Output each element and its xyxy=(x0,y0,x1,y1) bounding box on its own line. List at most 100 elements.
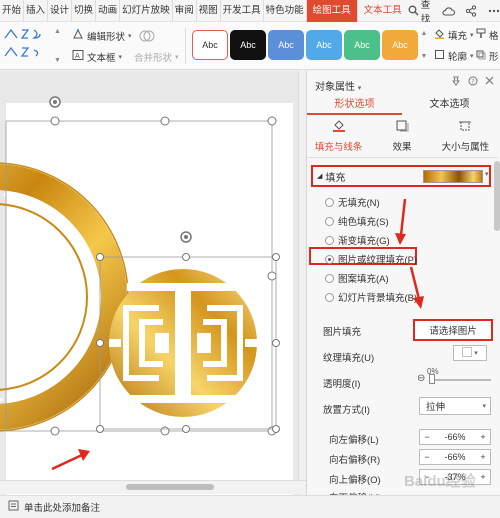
style-label: Abc xyxy=(278,40,294,50)
menu-drawing-tools[interactable]: 绘图工具 xyxy=(306,0,358,22)
menu-developer[interactable]: 开发工具 xyxy=(221,0,264,22)
pin-icon[interactable] xyxy=(451,76,461,89)
panel-title[interactable]: 对象属性 ▾ xyxy=(315,78,361,93)
fill-option-solid[interactable]: 纯色填充(S) xyxy=(325,214,389,228)
panel-divider xyxy=(307,157,497,158)
menu-animation[interactable]: 动画 xyxy=(96,0,121,22)
shape-style-4[interactable]: Abc xyxy=(306,30,342,60)
panel-scroll-thumb[interactable] xyxy=(494,161,500,231)
close-icon[interactable] xyxy=(485,76,494,89)
shape-style-1[interactable]: Abc xyxy=(192,30,228,60)
radio-button[interactable] xyxy=(325,216,334,226)
menu-home[interactable]: 开始 xyxy=(0,0,25,22)
plus-icon[interactable]: + xyxy=(476,452,490,462)
choose-picture-button[interactable]: 请选择图片 xyxy=(413,319,493,341)
transparency-label: 透明度(I) xyxy=(323,379,361,390)
menu-transition[interactable]: 切换 xyxy=(72,0,97,22)
subtab-size-properties[interactable]: 大小与属性 xyxy=(434,119,497,155)
share-icon[interactable] xyxy=(464,4,478,18)
fill-button[interactable]: 填充 ▾ xyxy=(434,28,474,42)
tab-shape-options[interactable]: 形状选项 xyxy=(307,95,402,115)
panel-scrollbar[interactable] xyxy=(494,161,500,491)
shou-emblem[interactable] xyxy=(109,269,257,417)
shape-style-3[interactable]: Abc xyxy=(268,30,304,60)
offset-left-value[interactable]: -66% xyxy=(434,432,476,442)
edit-shape-button[interactable]: 编辑形状 ▾ xyxy=(72,28,132,43)
offset-right-value[interactable]: -66% xyxy=(434,452,476,462)
fill-option-pattern[interactable]: 图案填充(A) xyxy=(325,271,389,285)
fill-bucket-icon xyxy=(434,28,445,42)
radio-button[interactable] xyxy=(325,235,334,245)
canvas-vertical-scrollbar[interactable] xyxy=(298,71,306,495)
shape-style-5[interactable]: Abc xyxy=(344,30,380,60)
radio-button-selected[interactable] xyxy=(325,254,334,264)
shape-effect-button[interactable]: 形 xyxy=(476,49,499,63)
horizontal-scroll-thumb[interactable] xyxy=(126,484,214,490)
slide-canvas[interactable]: 换图 区域 样式 › xyxy=(0,71,306,518)
merge-shape-icon-btn[interactable] xyxy=(138,28,156,47)
slider-thumb[interactable] xyxy=(429,374,435,384)
outline-button[interactable]: 轮廓 ▾ xyxy=(434,49,474,63)
ribbon-separator xyxy=(185,28,186,64)
subtab-effects[interactable]: 效果 xyxy=(370,119,433,155)
gallery-up-icon[interactable]: ▲ xyxy=(54,28,62,35)
shape-gallery[interactable] xyxy=(2,26,52,66)
tab-text-options[interactable]: 文本选项 xyxy=(402,95,497,115)
menu-insert[interactable]: 插入 xyxy=(24,0,49,22)
styles-up-icon[interactable]: ▲ xyxy=(421,30,428,37)
transparency-slider[interactable]: ⊖ 0% xyxy=(417,367,493,387)
texture-picker[interactable]: ▾ xyxy=(453,345,487,361)
edit-shape-icon xyxy=(72,28,84,43)
notes-placeholder[interactable]: 单击此处添加备注 xyxy=(24,500,100,514)
dropdown-icon[interactable]: ▾ xyxy=(485,170,489,178)
fill-section-header[interactable]: ◢ 填充 ▾ xyxy=(311,165,491,187)
minus-icon[interactable]: − xyxy=(420,452,434,462)
minus-icon[interactable]: ⊖ xyxy=(417,373,425,384)
merge-shape-button[interactable]: 合并形状 ▾ xyxy=(134,50,179,64)
radio-button[interactable] xyxy=(325,292,334,302)
menu-text-tools[interactable]: 文本工具 xyxy=(358,0,408,22)
shape-style-6[interactable]: Abc xyxy=(382,30,418,60)
more-icon[interactable] xyxy=(487,4,500,18)
fill-preview-swatch[interactable] xyxy=(423,170,483,183)
offset-right-stepper[interactable]: − -66% + xyxy=(419,449,491,465)
menu-review[interactable]: 审阅 xyxy=(173,0,197,22)
plus-icon[interactable]: + xyxy=(476,432,490,442)
panel-subtabs: 填充与线条 效果 大小与属性 xyxy=(307,119,497,155)
subtab-fill-line[interactable]: 填充与线条 xyxy=(307,119,370,155)
size-properties-icon xyxy=(458,119,472,136)
styles-scroll[interactable]: ▲ ▼ xyxy=(420,30,428,60)
radio-button[interactable] xyxy=(325,273,334,283)
placement-select[interactable]: 拉伸 ▾ xyxy=(419,397,491,415)
object-properties-panel: 对象属性 ▾ ? 形状选项 文本选项 填充与线条 效果 大小与属性 ◢ 填充 ▾… xyxy=(306,71,500,495)
styles-down-icon[interactable]: ▼ xyxy=(421,53,428,60)
offset-left-stepper[interactable]: − -66% + xyxy=(419,429,491,445)
collapse-triangle-icon: ◢ xyxy=(317,173,323,180)
minus-icon[interactable]: − xyxy=(420,432,434,442)
search-button[interactable]: 查找 xyxy=(408,0,434,25)
notes-bar[interactable]: 单击此处添加备注 xyxy=(0,495,500,518)
textbox-button[interactable]: A 文本框 ▾ xyxy=(72,49,122,64)
format-painter-button[interactable]: 格 xyxy=(476,28,499,42)
gallery-down-icon[interactable]: ▼ xyxy=(54,57,62,64)
menu-special[interactable]: 特色功能 xyxy=(264,0,307,22)
dropdown-icon: ▾ xyxy=(175,54,179,61)
shape-style-2[interactable]: Abc xyxy=(230,30,266,60)
fill-option-none[interactable]: 无填充(N) xyxy=(325,195,380,209)
gallery-scroll[interactable]: ▲ ▼ xyxy=(54,28,62,64)
ornament-ring[interactable] xyxy=(0,162,129,432)
dropdown-icon: ▾ xyxy=(482,403,486,410)
plus-icon[interactable]: + xyxy=(476,472,490,482)
menu-slideshow[interactable]: 幻灯片放映 xyxy=(120,0,173,22)
dropdown-icon: ▾ xyxy=(118,53,123,61)
menu-view[interactable]: 视图 xyxy=(197,0,221,22)
radio-button[interactable] xyxy=(325,197,334,207)
ring-rotate-handle[interactable] xyxy=(49,96,61,108)
fill-option-gradient[interactable]: 渐变填充(G) xyxy=(325,233,390,247)
help-icon[interactable]: ? xyxy=(468,76,478,89)
cloud-icon[interactable] xyxy=(441,4,455,18)
menu-design[interactable]: 设计 xyxy=(48,0,73,22)
emblem-rotate-handle[interactable] xyxy=(180,231,192,243)
slider-track[interactable] xyxy=(431,379,491,381)
style-label: Abc xyxy=(240,40,256,50)
